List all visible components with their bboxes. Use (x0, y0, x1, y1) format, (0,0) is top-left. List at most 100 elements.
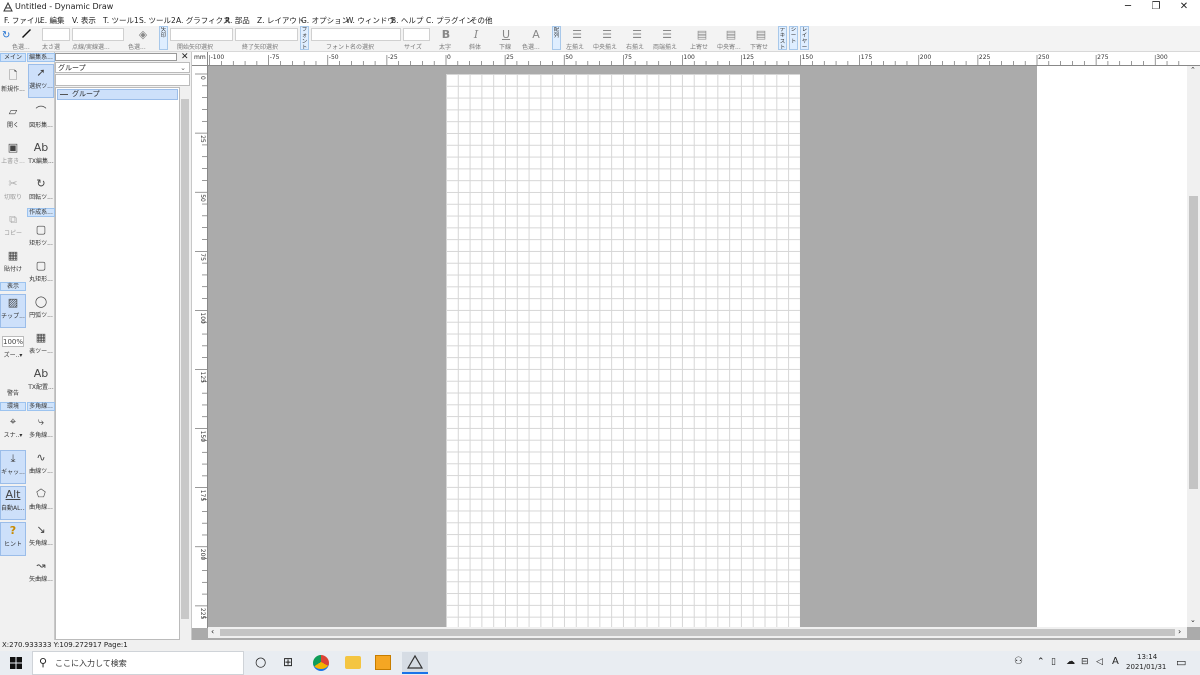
auto-align-button[interactable]: Alt 自動AL... (0, 486, 26, 520)
ellipse-tool[interactable]: ◯ 円弧ツ... (28, 294, 54, 328)
bold-icon[interactable]: B (440, 28, 452, 41)
minimize-button[interactable]: ─ (1114, 0, 1142, 14)
tree-item[interactable]: グループ (57, 89, 178, 100)
pen-color-icon[interactable] (20, 27, 32, 39)
align-right-label[interactable]: 右揃え (626, 42, 644, 51)
refresh-icon[interactable]: ↻ (2, 30, 10, 41)
underline-icon[interactable]: U (500, 28, 512, 41)
gap-button[interactable]: ⤓ ギャッ... (0, 450, 26, 484)
thickness-select[interactable] (42, 28, 70, 41)
menu-window[interactable]: W. ウィンドウ (346, 15, 395, 26)
dash-select[interactable] (72, 28, 124, 41)
line-color-label[interactable]: 色選... (12, 42, 30, 51)
tree-search-field[interactable] (55, 74, 190, 86)
start-arrow-select[interactable] (170, 28, 233, 41)
tab-create-tools[interactable]: 作成系... (27, 208, 55, 217)
paste-button[interactable]: ▦ 貼付け (0, 248, 26, 282)
text-place-tool[interactable]: Ab TX配置... (28, 366, 54, 400)
valign-center-label[interactable]: 中央寄... (717, 42, 741, 51)
task-view-icon[interactable]: ⊞ (283, 655, 293, 669)
justify-icon[interactable]: ☰ (660, 28, 674, 41)
polyline-tool[interactable]: ⤷ 多角線... (28, 414, 54, 448)
open-button[interactable]: ▱ 開く (0, 104, 26, 138)
ime-indicator[interactable]: A (1112, 656, 1119, 667)
volume-icon[interactable]: ◁ (1096, 657, 1103, 667)
taskbar-search-box[interactable]: ⚲ ここに入力して検索 (32, 651, 244, 675)
align-right-icon[interactable]: ☰ (630, 28, 644, 41)
network-icon[interactable]: ⊟ (1081, 657, 1089, 667)
font-size-select[interactable] (403, 28, 430, 41)
notification-icon[interactable]: ▭ (1176, 656, 1186, 669)
menu-view[interactable]: V. 表示 (72, 15, 96, 26)
menu-graphics[interactable]: A. グラフィクス (176, 15, 230, 26)
tree-scrollbar[interactable] (180, 87, 190, 640)
scroll-right-icon[interactable]: › (1178, 627, 1181, 636)
menu-parts[interactable]: R. 部品 (225, 15, 250, 26)
valign-top-icon[interactable]: ▤ (695, 28, 709, 41)
italic-icon[interactable]: I (470, 28, 482, 41)
valign-top-label[interactable]: 上寄せ (690, 42, 708, 51)
menu-file[interactable]: F. ファイル (4, 15, 42, 26)
menu-options[interactable]: G. オプション (301, 15, 349, 26)
tab-main[interactable]: メイン (0, 53, 26, 62)
restore-button[interactable]: ❐ (1142, 0, 1170, 14)
polygon-curve-tool[interactable]: ⬠ 曲角線... (28, 486, 54, 520)
copy-button[interactable]: ⧉ コピー (0, 212, 26, 246)
vertical-scrollbar[interactable]: ⌃ ⌄ (1187, 66, 1200, 627)
menu-tool2[interactable]: S. ツール2 (139, 15, 176, 26)
tab-view[interactable]: 表示 (0, 282, 26, 291)
align-center-label[interactable]: 中央揃え (593, 42, 617, 51)
cut-button[interactable]: ✂ 切取り (0, 176, 26, 210)
warning-button[interactable]: 警告 (0, 372, 26, 406)
people-icon[interactable]: ⚇ (1014, 656, 1023, 667)
table-tool[interactable]: ▦ 表ツー... (28, 330, 54, 364)
cortana-icon[interactable]: ○ (255, 655, 266, 670)
valign-bottom-label[interactable]: 下寄せ (750, 42, 768, 51)
tab-environment[interactable]: 環境 (0, 402, 26, 411)
tab-polygon-tools[interactable]: 多角線... (27, 402, 55, 411)
close-button[interactable]: ✕ (1170, 0, 1198, 14)
round-rect-tool[interactable]: ▢ 丸矩形... (28, 258, 54, 292)
scroll-left-icon[interactable]: ‹ (211, 627, 214, 636)
align-center-icon[interactable]: ☰ (600, 28, 614, 41)
select-tool[interactable]: ➚ 選択ツ... (28, 64, 54, 98)
zoom-button[interactable]: 100% ズー..▾ (0, 334, 26, 368)
menu-plugin[interactable]: C. プラグイン (426, 15, 474, 26)
tray-chevron-icon[interactable]: ⌃ (1037, 657, 1045, 667)
valign-center-icon[interactable]: ▤ (724, 28, 738, 41)
paint-bucket-icon[interactable]: ◈ (138, 28, 148, 41)
text-color-label[interactable]: 色選... (522, 42, 540, 51)
rect-tool[interactable]: ▢ 矩形ツ... (28, 222, 54, 256)
panel-splitter[interactable] (55, 53, 177, 61)
align-left-label[interactable]: 左揃え (566, 42, 584, 51)
curve-tool[interactable]: ∿ 曲線ツ... (28, 450, 54, 484)
clock-time[interactable]: 13:14 (1137, 653, 1157, 661)
end-arrow-select[interactable] (235, 28, 298, 41)
menu-tool1[interactable]: T. ツール1 (103, 15, 139, 26)
onedrive-icon[interactable]: ☁ (1066, 657, 1075, 667)
italic-label[interactable]: 斜体 (469, 42, 481, 51)
bold-label[interactable]: 太字 (439, 42, 451, 51)
menu-edit[interactable]: E. 編集 (40, 15, 65, 26)
horizontal-scroll-thumb[interactable] (220, 629, 1175, 636)
scroll-down-icon[interactable]: ⌄ (1190, 616, 1196, 624)
arrow-curve-tool[interactable]: ↝ 矢曲線... (28, 558, 54, 592)
menu-other[interactable]: その他 (470, 15, 493, 26)
vertical-scroll-thumb[interactable] (1189, 196, 1198, 489)
horizontal-scrollbar[interactable]: ‹ › (208, 627, 1187, 638)
hint-button[interactable]: ? ヒント (0, 522, 26, 556)
rotate-tool[interactable]: ↻ 回転ツ... (28, 176, 54, 210)
arrow-line-tool[interactable]: ↘ 矢角線... (28, 522, 54, 556)
panel-close-icon[interactable]: ✕ (181, 52, 189, 62)
fill-color-label[interactable]: 色選... (128, 42, 146, 51)
app-folder-icon[interactable] (375, 655, 391, 670)
menu-help[interactable]: B. ヘルプ (391, 15, 423, 26)
tab-edit-tools[interactable]: 編集系... (27, 53, 55, 62)
dynamic-draw-taskbar-icon[interactable] (402, 652, 428, 674)
new-button[interactable]: 🗋 新規作... (0, 68, 26, 102)
tree-scroll-thumb[interactable] (181, 99, 189, 619)
font-name-select[interactable] (311, 28, 401, 41)
chrome-icon[interactable] (313, 655, 329, 671)
drawing-page[interactable] (446, 74, 800, 627)
file-explorer-icon[interactable] (345, 656, 361, 669)
